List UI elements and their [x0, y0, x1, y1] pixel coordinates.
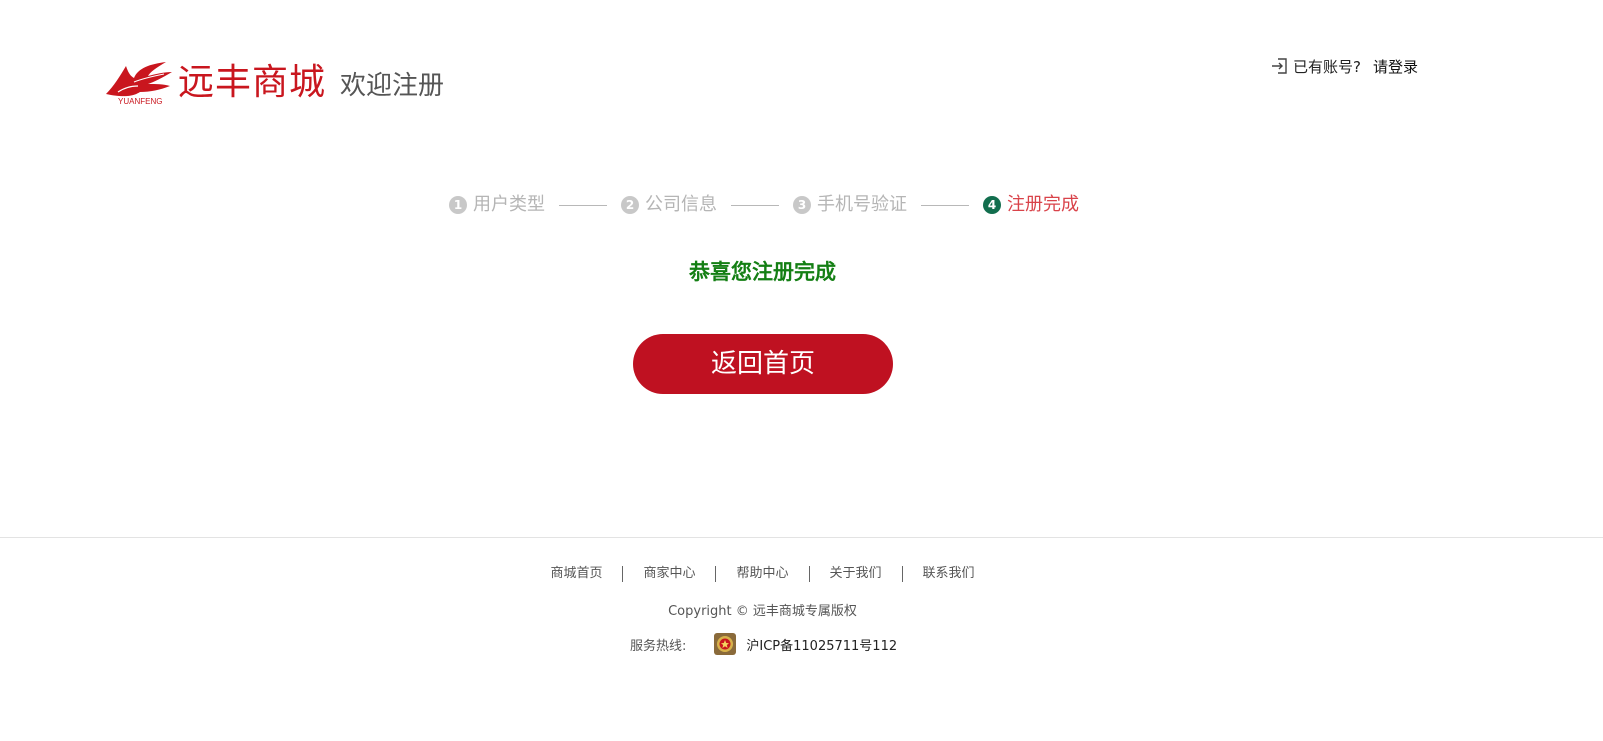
step-connector — [731, 204, 779, 206]
site-logo[interactable]: YUANFENG 远丰商城 欢迎注册 — [104, 56, 444, 106]
brand-name: 远丰商城 — [178, 62, 327, 103]
yuanfeng-horse-logo-icon: YUANFENG — [106, 62, 172, 106]
step-company-info: 2 公司信息 — [621, 193, 717, 217]
registration-complete-page: YUANFENG 远丰商城 欢迎注册 已有账号? 请登录 1 用户类型 2 公司… — [0, 0, 1603, 741]
footer-nav: 商城首页 商家中心 帮助中心 关于我们 联系我们 — [0, 565, 1525, 583]
return-home-button[interactable]: 返回首页 — [633, 334, 893, 394]
login-question: 已有账号? — [1293, 57, 1361, 76]
icp-license[interactable]: 沪ICP备11025711号112 — [746, 635, 897, 654]
step-number: 1 — [449, 196, 467, 214]
step-number: 2 — [621, 196, 639, 214]
step-number: 3 — [793, 196, 811, 214]
footer-divider — [0, 537, 1603, 538]
step-phone-verify: 3 手机号验证 — [793, 193, 907, 217]
login-prompt: 已有账号? 请登录 — [1271, 54, 1418, 78]
footer-link-help-center[interactable]: 帮助中心 — [716, 565, 808, 583]
step-label: 手机号验证 — [817, 194, 907, 215]
registration-steps: 1 用户类型 2 公司信息 3 手机号验证 4 注册完成 — [449, 193, 1079, 217]
step-connector — [559, 204, 607, 206]
step-connector — [921, 204, 969, 206]
success-message: 恭喜您注册完成 — [689, 260, 836, 284]
step-user-type: 1 用户类型 — [449, 193, 545, 217]
welcome-title: 欢迎注册 — [340, 71, 445, 101]
step-complete: 4 注册完成 — [983, 193, 1079, 217]
footer-link-contact-us[interactable]: 联系我们 — [903, 565, 995, 583]
footer-beian: 服务热线: 沪ICP备11025711号112 — [630, 632, 897, 656]
logo-english-text: YUANFENG — [118, 97, 162, 106]
login-arrow-icon — [1272, 58, 1287, 74]
step-label: 公司信息 — [645, 194, 717, 215]
step-label: 用户类型 — [473, 194, 545, 215]
police-badge-icon — [714, 633, 737, 655]
footer-link-mall-home[interactable]: 商城首页 — [530, 565, 622, 583]
service-hotline: 服务热线: — [630, 638, 687, 654]
copyright-text: Copyright © 远丰商城专属版权 — [668, 604, 857, 619]
login-link[interactable]: 请登录 — [1373, 56, 1418, 77]
footer-link-about-us[interactable]: 关于我们 — [810, 565, 902, 583]
step-number: 4 — [983, 196, 1001, 214]
step-label: 注册完成 — [1007, 194, 1079, 215]
footer-link-merchant-center[interactable]: 商家中心 — [623, 565, 715, 583]
